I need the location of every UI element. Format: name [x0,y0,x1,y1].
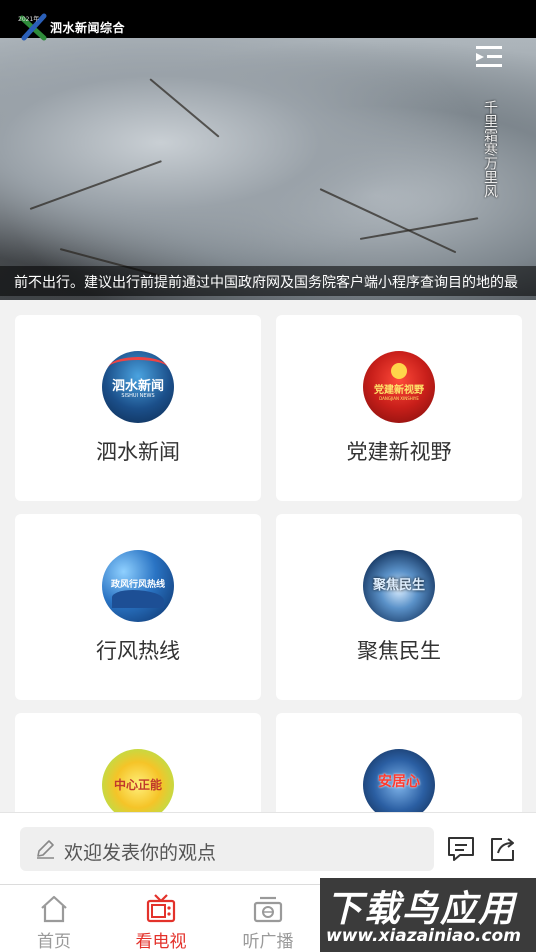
logo-text: 党建新视野 [374,385,424,396]
program-name: 聚焦民生 [357,639,441,663]
livelihood-logo-icon: 聚焦民生 [363,550,435,622]
comment-bar: 欢迎发表你的观点 [0,812,536,884]
program-card-5[interactable]: 中心正能 [15,713,261,812]
sishui-news-logo-icon: 泗水新闻 SISHUI NEWS [102,351,174,423]
pencil-icon [37,840,54,859]
program-card-6[interactable]: 安居心 [276,713,522,812]
hotline-logo-icon: 政风行风热线 [102,550,174,622]
playlist-icon[interactable] [474,44,504,70]
program-name: 泗水新闻 [96,440,180,464]
logo-text: 政风行风热线 [110,580,165,590]
logo-globe [112,590,164,608]
channel-name: 泗水新闻综合 [50,21,126,35]
program-card-hotline[interactable]: 政风行风热线 行风热线 [15,514,261,700]
program-card-party-building[interactable]: 党建新视野 DANGJIAN XINSHIYE 党建新视野 [276,315,522,501]
home-icon [41,895,67,923]
logo-emblem [391,363,407,379]
logo-text: 聚焦民生 [372,578,425,593]
logo-text: 中心正能 [113,778,162,792]
video-player[interactable]: 2021年 泗水新闻综合 千里霜寒万里风 前不出行。建议出行前提前通过中国政府网… [0,0,536,300]
comment-placeholder: 欢迎发表你的观点 [64,842,217,864]
frame-branch [29,160,162,210]
program-name: 行风热线 [96,639,180,663]
logo-subtext: DANGJIAN XINSHIYE [379,396,419,401]
ticker-text: 前不出行。建议出行前提前通过中国政府网及国务院客户端小程序查询目的地的最 [14,275,518,291]
tab-label: 首页 [37,932,71,952]
party-building-logo-icon: 党建新视野 DANGJIAN XINSHIYE [363,351,435,423]
logo-text: 安居心 [378,774,420,790]
tab-label: 听广播 [242,932,294,952]
logo-subtext: SISHUI NEWS [121,393,155,399]
logo-text: 泗水新闻 [111,379,164,394]
program-5-logo-icon: 中心正能 [102,749,174,812]
program-name: 党建新视野 [346,440,452,464]
tab-radio[interactable]: 听广播 [214,885,322,952]
program-card-livelihood[interactable]: 聚焦民生 聚焦民生 [276,514,522,700]
video-frame[interactable] [0,38,536,300]
channel-small-text: 2021年 [18,16,40,23]
tab-tv[interactable]: 看电视 [107,885,215,952]
frame-branch [319,188,457,254]
tab-home[interactable]: 首页 [0,885,108,952]
watermark-title: 下载鸟应用 [326,889,517,930]
watermark-url: www.xiazainiao.com [326,926,521,946]
comment-input[interactable]: 欢迎发表你的观点 [20,827,434,871]
tab-label: 看电视 [135,932,187,952]
radio-icon [253,896,283,923]
video-caption: 千里霜寒万里风 [482,100,498,198]
program-card-sishui-news[interactable]: 泗水新闻 SISHUI NEWS 泗水新闻 [15,315,261,501]
comments-icon[interactable] [446,834,476,864]
tv-icon [146,894,176,923]
program-6-logo-icon: 安居心 [363,749,435,812]
share-icon[interactable] [488,834,518,864]
watermark: 下载鸟应用 www.xiazainiao.com [320,878,536,952]
program-grid: 泗水新闻 SISHUI NEWS 泗水新闻 党建新视野 DANGJIAN XIN… [0,300,536,812]
frame-branch [149,78,220,138]
news-ticker: 前不出行。建议出行前提前通过中国政府网及国务院客户端小程序查询目的地的最 [0,266,536,296]
